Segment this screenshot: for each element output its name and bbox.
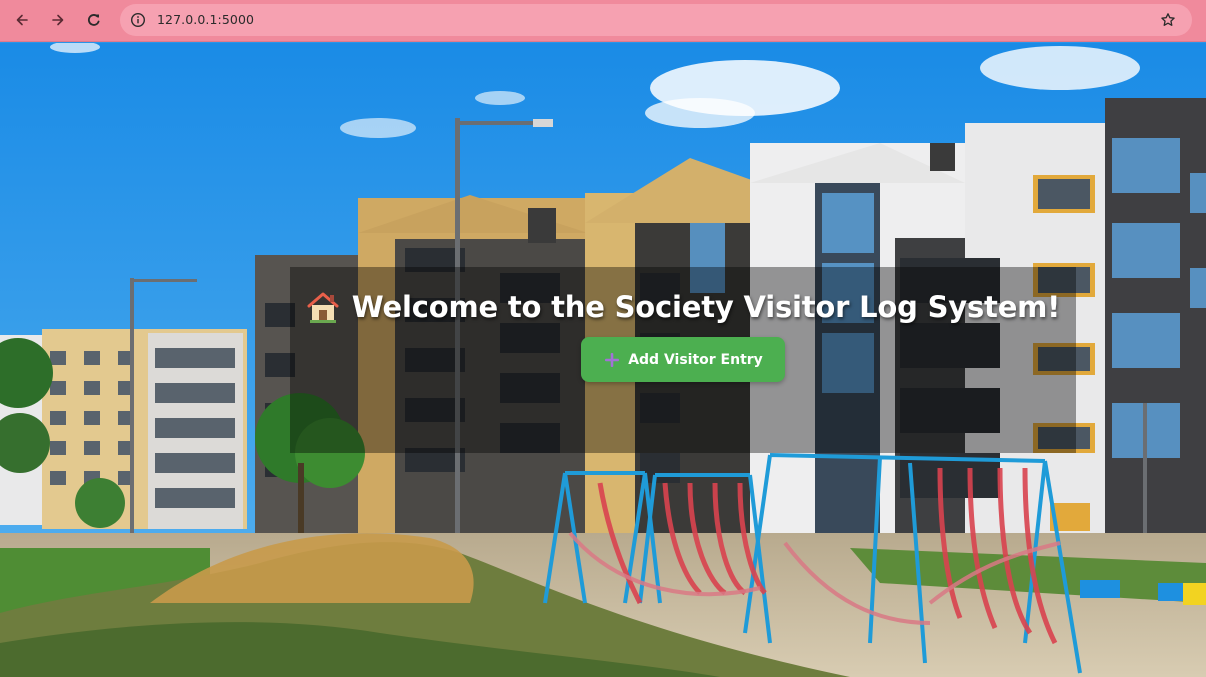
welcome-heading: Welcome to the Society Visitor Log Syste… [290,290,1076,324]
star-icon [1161,13,1175,26]
info-icon [130,12,146,28]
reload-button[interactable] [82,8,106,32]
add-visitor-entry-button[interactable]: Add Visitor Entry [581,337,785,382]
add-visitor-entry-label: Add Visitor Entry [628,351,763,368]
arrow-left-icon [16,14,28,26]
arrow-right-icon [52,14,64,26]
url-text[interactable]: 127.0.0.1:5000 [157,12,254,27]
house-icon [307,292,339,323]
site-info-button[interactable] [128,10,148,30]
browser-toolbar: 127.0.0.1:5000 [0,0,1206,42]
plus-icon [605,352,620,367]
forward-button[interactable] [46,8,70,32]
back-button[interactable] [10,8,34,32]
bookmark-button[interactable] [1158,10,1178,30]
address-bar[interactable]: 127.0.0.1:5000 [120,4,1192,36]
reload-icon [88,14,100,26]
page-title: Welcome to the Society Visitor Log Syste… [351,290,1061,324]
